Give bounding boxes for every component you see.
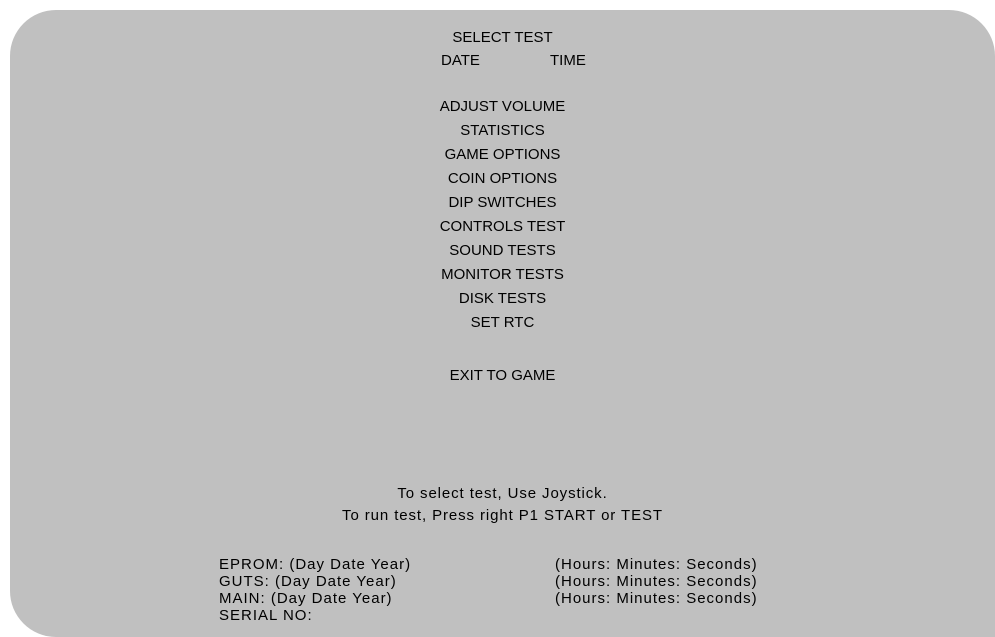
serial-number-label: SERIAL NO: [219, 607, 313, 624]
main-time: (Hours: Minutes: Seconds) [555, 590, 758, 607]
menu-item-set-rtc[interactable]: SET RTC [10, 311, 995, 335]
test-menu: ADJUST VOLUME STATISTICS GAME OPTIONS CO… [10, 95, 995, 335]
instruction-run: To run test, Press right P1 START or TES… [342, 507, 663, 524]
menu-item-sound-tests[interactable]: SOUND TESTS [10, 239, 995, 263]
main-date: MAIN: (Day Date Year) [219, 590, 393, 607]
menu-item-monitor-tests[interactable]: MONITOR TESTS [10, 263, 995, 287]
eprom-time: (Hours: Minutes: Seconds) [555, 556, 758, 573]
instruction-select: To select test, Use Joystick. [397, 485, 608, 502]
menu-item-statistics[interactable]: STATISTICS [10, 119, 995, 143]
menu-item-game-options[interactable]: GAME OPTIONS [10, 143, 995, 167]
guts-time: (Hours: Minutes: Seconds) [555, 573, 758, 590]
menu-item-controls-test[interactable]: CONTROLS TEST [10, 215, 995, 239]
menu-item-disk-tests[interactable]: DISK TESTS [10, 287, 995, 311]
date-label: DATE [441, 52, 480, 69]
screen-title: SELECT TEST [452, 29, 553, 46]
menu-item-exit-to-game[interactable]: EXIT TO GAME [10, 364, 995, 387]
eprom-date: EPROM: (Day Date Year) [219, 556, 412, 573]
menu-item-dip-switches[interactable]: DIP SWITCHES [10, 191, 995, 215]
menu-item-adjust-volume[interactable]: ADJUST VOLUME [10, 95, 995, 119]
time-label: TIME [550, 52, 586, 69]
menu-item-coin-options[interactable]: COIN OPTIONS [10, 167, 995, 191]
test-menu-screen: SELECT TEST DATE TIME ADJUST VOLUME STAT… [10, 10, 995, 637]
guts-date: GUTS: (Day Date Year) [219, 573, 397, 590]
